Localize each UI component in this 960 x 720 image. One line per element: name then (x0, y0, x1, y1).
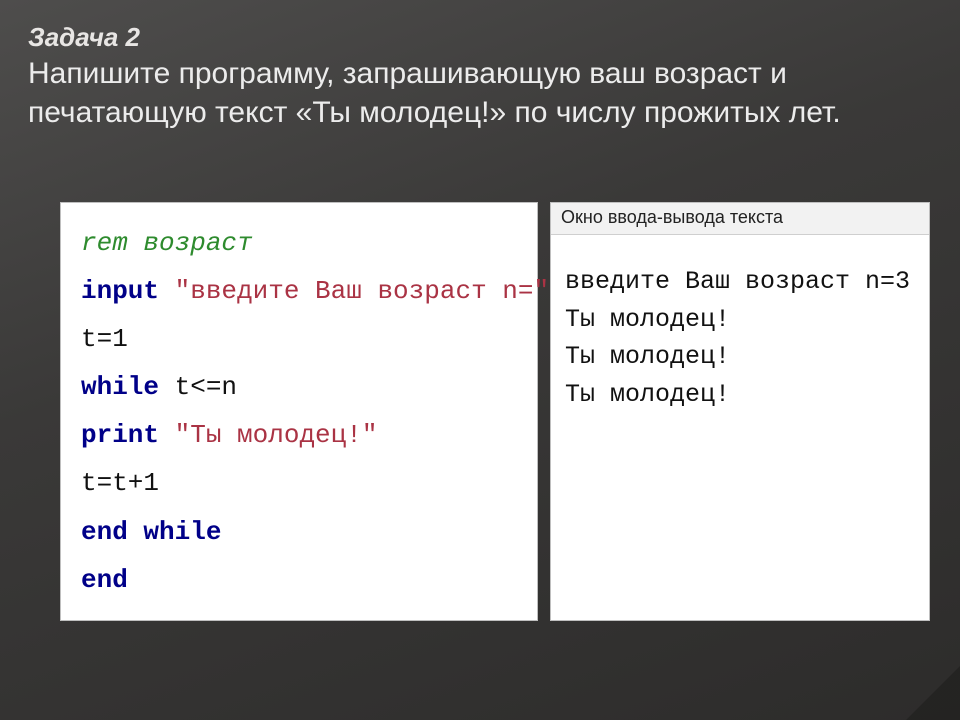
code-line: end (81, 556, 521, 604)
code-line: t=t+1 (81, 459, 521, 507)
panels-row: rem возраст input "введите Ваш возраст n=… (60, 202, 930, 621)
code-token: t=t+1 (81, 468, 159, 498)
code-line: input "введите Ваш возраст n=",n (81, 267, 521, 315)
code-token: print (81, 420, 175, 450)
corner-notch-icon (906, 666, 960, 720)
code-token: input (81, 276, 175, 306)
code-line: t=1 (81, 315, 521, 363)
code-token: t<=n (175, 372, 237, 402)
code-line: end while (81, 508, 521, 556)
task-label: Задача 2 (28, 22, 932, 53)
slide: Задача 2 Напишите программу, запрашивающ… (0, 0, 960, 720)
output-line: Ты молодец! (565, 301, 915, 339)
output-line: Ты молодец! (565, 338, 915, 376)
output-line: введите Ваш возраст n=3 (565, 263, 915, 301)
code-token: t=1 (81, 324, 128, 354)
output-panel-body: введите Ваш возраст n=3Ты молодец!Ты мол… (551, 235, 929, 620)
code-token: end while (81, 517, 221, 547)
task-description: Напишите программу, запрашивающую ваш во… (28, 55, 932, 132)
output-panel-title: Окно ввода-вывода текста (551, 203, 929, 235)
output-panel: Окно ввода-вывода текста введите Ваш воз… (550, 202, 930, 621)
code-line: rem возраст (81, 219, 521, 267)
code-token: while (81, 372, 175, 402)
code-token: "введите Ваш возраст n=" (175, 276, 549, 306)
code-line: while t<=n (81, 363, 521, 411)
code-token: end (81, 565, 128, 595)
code-token: rem возраст (81, 228, 253, 258)
output-line: Ты молодец! (565, 376, 915, 414)
code-panel: rem возраст input "введите Ваш возраст n=… (60, 202, 538, 621)
slide-heading: Задача 2 Напишите программу, запрашивающ… (28, 22, 932, 132)
code-line: print "Ты молодец!" (81, 411, 521, 459)
code-token: "Ты молодец!" (175, 420, 378, 450)
